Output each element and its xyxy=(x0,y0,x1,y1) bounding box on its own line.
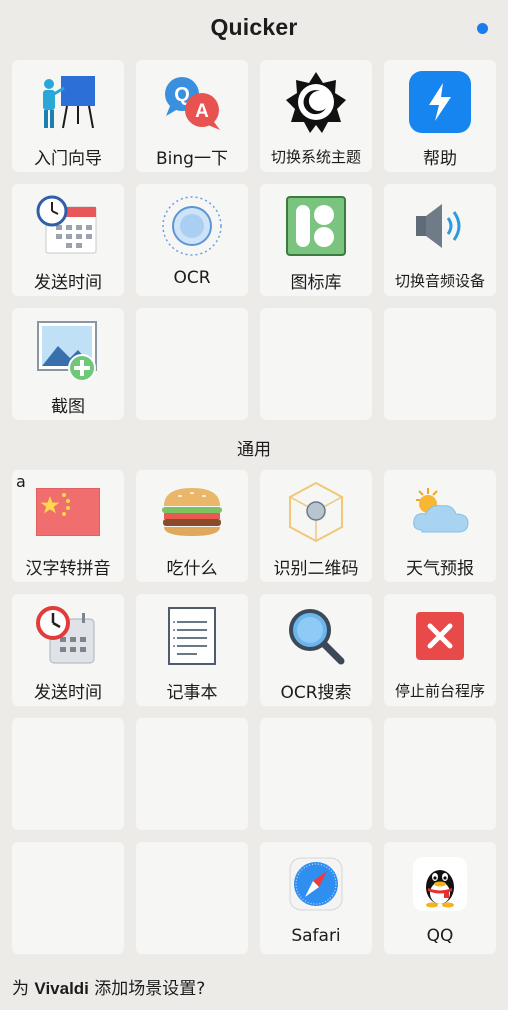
action-label: 吃什么 xyxy=(166,559,218,579)
action-label: 发送时间 xyxy=(34,273,102,293)
action-tile-what-to-eat[interactable]: 吃什么 xyxy=(136,470,248,582)
action-tile-qq[interactable]: QQ xyxy=(384,842,496,954)
empty-slot[interactable] xyxy=(136,308,248,420)
empty-slot[interactable] xyxy=(260,718,372,830)
moon-gear-icon xyxy=(281,70,351,134)
action-label: 图标库 xyxy=(290,273,342,293)
action-label: 切换系统主题 xyxy=(270,148,361,166)
general-action-grid: a 汉字转拼音 吃什么 识别二维码 天气预报 发送时间 记事本 OCR搜索 停止… xyxy=(12,470,496,954)
empty-slot[interactable] xyxy=(384,718,496,830)
footer-suffix: 添加场景设置? xyxy=(88,979,206,999)
action-label: 停止前台程序 xyxy=(394,682,485,700)
footer-app-name: Vivaldi xyxy=(34,979,89,998)
empty-slot[interactable] xyxy=(384,308,496,420)
action-label: 入门向导 xyxy=(34,149,102,169)
action-tile-send-time-2[interactable]: 发送时间 xyxy=(12,594,124,706)
window-title: Quicker xyxy=(210,14,298,40)
presentation-board-icon xyxy=(33,70,103,134)
scene-action-grid: 入门向导 Q A Bing一下 切换系统主题 帮助 发送时间 OCR 图标库 切… xyxy=(12,60,496,420)
add-scene-prompt[interactable]: 为 Vivaldi 添加场景设置? xyxy=(12,974,205,999)
action-tile-qrcode[interactable]: 识别二维码 xyxy=(260,470,372,582)
close-red-icon xyxy=(405,604,475,668)
action-tile-ocr[interactable]: OCR xyxy=(136,184,248,296)
empty-slot[interactable] xyxy=(12,842,124,954)
china-flag-icon xyxy=(33,480,103,544)
action-label: 切换音频设备 xyxy=(394,272,485,290)
action-label: 识别二维码 xyxy=(273,559,359,579)
empty-slot[interactable] xyxy=(12,718,124,830)
weather-icon xyxy=(405,480,475,544)
action-tile-icon-library[interactable]: 图标库 xyxy=(260,184,372,296)
speaker-icon xyxy=(405,194,475,258)
empty-slot[interactable] xyxy=(136,718,248,830)
safari-compass-icon xyxy=(281,852,351,916)
action-tile-notepad[interactable]: 记事本 xyxy=(136,594,248,706)
action-label: 截图 xyxy=(51,397,85,417)
qq-penguin-icon xyxy=(405,852,475,916)
action-tile-theme[interactable]: 切换系统主题 xyxy=(260,60,372,172)
section-title-general: 通用 xyxy=(237,440,271,460)
quicker-panel: Quicker 入门向导 Q A Bing一下 切换系统主题 帮助 发送时间 O… xyxy=(0,0,508,1010)
action-tile-screenshot[interactable]: 截图 xyxy=(12,308,124,420)
action-label: 帮助 xyxy=(423,149,457,169)
action-label: 记事本 xyxy=(166,683,218,703)
lightning-app-icon xyxy=(405,70,475,134)
action-tile-ocr-search[interactable]: OCR搜索 xyxy=(260,594,372,706)
action-tile-stop-program[interactable]: 停止前台程序 xyxy=(384,594,496,706)
notepad-icon xyxy=(157,604,227,668)
empty-slot[interactable] xyxy=(136,842,248,954)
action-label: QQ xyxy=(426,926,454,946)
action-label: 发送时间 xyxy=(34,683,102,703)
action-tile-weather[interactable]: 天气预报 xyxy=(384,470,496,582)
action-label: 天气预报 xyxy=(406,559,474,579)
magnifier-icon xyxy=(281,604,351,668)
image-add-icon xyxy=(33,318,103,382)
action-tile-pinyin[interactable]: a 汉字转拼音 xyxy=(12,470,124,582)
action-tile-safari[interactable]: Safari xyxy=(260,842,372,954)
action-tile-guide[interactable]: 入门向导 xyxy=(12,60,124,172)
svg-text:A: A xyxy=(195,101,209,122)
action-tile-audio-device[interactable]: 切换音频设备 xyxy=(384,184,496,296)
burger-icon xyxy=(157,480,227,544)
action-label: Bing一下 xyxy=(156,149,228,169)
alarm-calendar-icon xyxy=(33,604,103,668)
action-tile-help[interactable]: 帮助 xyxy=(384,60,496,172)
action-label: Safari xyxy=(291,926,341,946)
action-label: 汉字转拼音 xyxy=(25,559,111,579)
status-dot xyxy=(477,23,488,34)
action-tile-send-time[interactable]: 发送时间 xyxy=(12,184,124,296)
action-label: OCR xyxy=(173,268,211,288)
cube-icon xyxy=(281,480,351,544)
qa-bubbles-icon: Q A xyxy=(157,70,227,134)
calendar-clock-icon xyxy=(33,194,103,258)
corner-badge: a xyxy=(16,472,26,491)
action-label: OCR搜索 xyxy=(280,683,352,703)
ocr-circle-icon xyxy=(157,194,227,258)
icon-library-icon xyxy=(281,194,351,258)
action-tile-bing[interactable]: Q A Bing一下 xyxy=(136,60,248,172)
empty-slot[interactable] xyxy=(260,308,372,420)
footer-prefix: 为 xyxy=(12,979,35,999)
